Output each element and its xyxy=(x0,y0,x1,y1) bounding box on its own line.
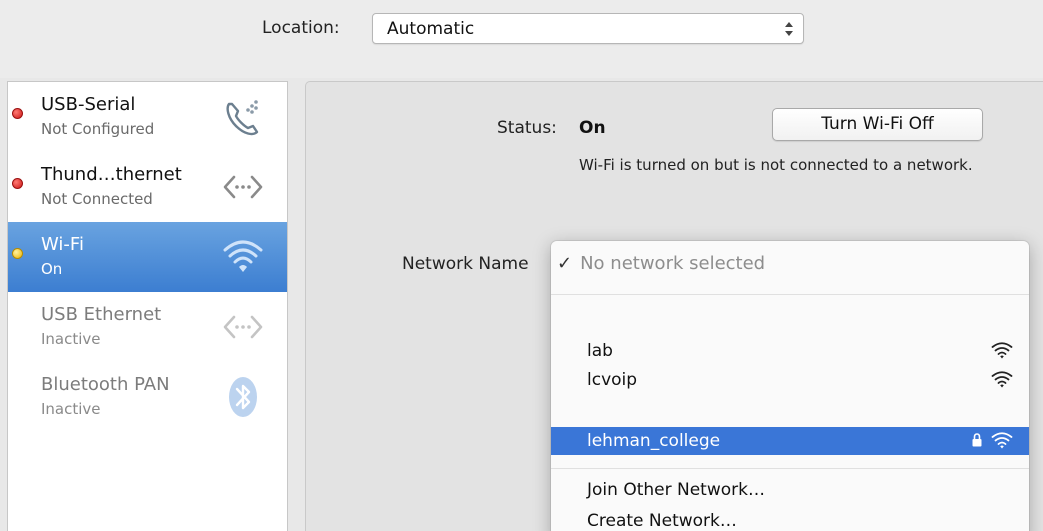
status-dot-red xyxy=(12,108,23,119)
service-status: On xyxy=(41,260,63,278)
location-select[interactable]: Automatic xyxy=(372,13,804,44)
create-network-item[interactable]: Create Network… xyxy=(587,511,737,531)
up-down-arrows-icon xyxy=(785,22,793,36)
ethernet-icon xyxy=(223,175,263,199)
menu-item-no-network[interactable]: ✓ No network selected xyxy=(557,253,765,274)
service-item-thunderbolt-ethernet[interactable]: Thund…thernet Not Connected xyxy=(8,152,287,222)
phone-icon xyxy=(226,100,259,136)
location-label: Location: xyxy=(262,18,340,38)
wifi-signal-icon xyxy=(991,371,1013,388)
location-bar: Location: Automatic xyxy=(0,0,1043,78)
turn-wifi-off-button[interactable]: Turn Wi-Fi Off xyxy=(772,108,983,141)
wifi-signal-icon xyxy=(991,342,1013,359)
network-name: lehman_college xyxy=(587,431,721,451)
status-value: On xyxy=(579,118,606,138)
checkmark-icon: ✓ xyxy=(557,253,573,274)
lock-icon xyxy=(972,433,982,447)
service-status: Not Configured xyxy=(41,120,155,138)
status-dot-yellow xyxy=(12,248,23,259)
status-dot-red xyxy=(12,178,23,189)
status-label: Status: xyxy=(497,118,557,138)
service-item-usb-serial[interactable]: USB-Serial Not Configured xyxy=(8,82,287,152)
network-name-label: Network Name xyxy=(402,254,529,274)
status-description: Wi-Fi is turned on but is not connected … xyxy=(579,156,973,174)
service-name: USB-Serial xyxy=(41,94,136,115)
join-other-network-item[interactable]: Join Other Network… xyxy=(587,480,765,500)
service-status: Not Connected xyxy=(41,190,153,208)
network-item-lab[interactable]: lab xyxy=(551,337,1029,365)
network-name: lcvoip xyxy=(587,370,638,390)
ethernet-icon xyxy=(223,315,263,339)
menu-separator xyxy=(551,468,1029,469)
wifi-icon xyxy=(223,240,263,272)
service-item-bluetooth-pan[interactable]: Bluetooth PAN Inactive xyxy=(8,362,287,432)
location-value: Automatic xyxy=(387,19,475,39)
wifi-signal-icon xyxy=(991,432,1013,449)
service-name: Wi-Fi xyxy=(41,234,84,255)
service-name: USB Ethernet xyxy=(41,304,162,325)
menu-item-label: No network selected xyxy=(580,253,766,274)
service-status: Inactive xyxy=(41,400,101,418)
service-item-usb-ethernet[interactable]: USB Ethernet Inactive xyxy=(8,292,287,362)
network-item-lcvoip[interactable]: lcvoip xyxy=(551,366,1029,394)
service-name: Bluetooth PAN xyxy=(41,374,170,395)
service-name: Thund…thernet xyxy=(41,164,182,185)
service-item-wifi[interactable]: Wi-Fi On xyxy=(8,222,287,292)
network-menu: ✓ No network selected lab lcvoip lehman_c… xyxy=(551,241,1029,531)
service-list: USB-Serial Not Configured Thund…thernet … xyxy=(7,81,288,531)
bluetooth-icon xyxy=(229,377,257,417)
menu-separator xyxy=(551,294,1029,295)
service-status: Inactive xyxy=(41,330,101,348)
network-item-lehman-college[interactable]: lehman_college xyxy=(551,427,1029,455)
network-name: lab xyxy=(587,341,613,361)
